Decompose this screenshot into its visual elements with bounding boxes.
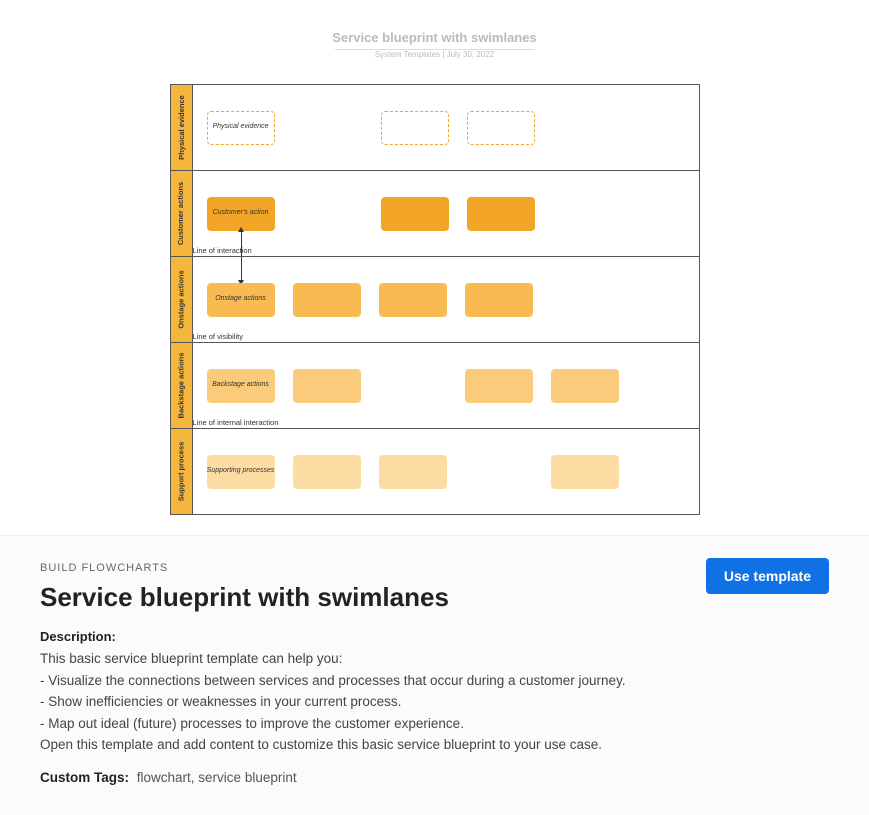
description-line: - Show inefficiencies or weaknesses in y…: [40, 691, 829, 713]
physical-evidence-box-empty: [467, 111, 535, 145]
lane-label-support-process: Support process: [171, 429, 193, 514]
lane-label-text: Onstage actions: [177, 270, 186, 328]
description-line: Open this template and add content to cu…: [40, 734, 829, 756]
box-text: Onstage actions: [215, 295, 266, 303]
support-process-box-empty: [293, 455, 361, 489]
spacer: [379, 369, 447, 403]
lane-label-customer-actions: Customer actions: [171, 171, 193, 256]
lane-physical-evidence: Physical evidence Physical evidence: [171, 85, 699, 170]
physical-evidence-box-empty: [381, 111, 449, 145]
box-text: Customer's action: [213, 209, 269, 217]
customer-action-box-empty: [381, 197, 449, 231]
description-line: This basic service blueprint template ca…: [40, 648, 829, 670]
onstage-action-box-empty: [379, 283, 447, 317]
lane-label-text: Customer actions: [177, 182, 186, 245]
support-process-box-empty: [379, 455, 447, 489]
physical-evidence-box: Physical evidence: [207, 111, 275, 145]
lane-backstage-actions: Backstage actions Backstage actions Line…: [171, 342, 699, 428]
preview-meta-source: System Templates: [375, 50, 440, 59]
box-text: Physical evidence: [212, 123, 268, 131]
description-line: - Visualize the connections between serv…: [40, 670, 829, 692]
lane-label-text: Backstage actions: [177, 353, 186, 419]
lane-support-process: Support process Supporting processes: [171, 428, 699, 514]
lane-label-physical-evidence: Physical evidence: [171, 85, 193, 170]
blueprint-diagram: Physical evidence Physical evidence Cust…: [170, 84, 700, 515]
description-text: This basic service blueprint template ca…: [40, 648, 829, 756]
support-process-box: Supporting processes: [207, 455, 275, 489]
onstage-action-box-empty: [465, 283, 533, 317]
lane-body: Supporting processes: [193, 429, 699, 514]
support-process-box-empty: [551, 455, 619, 489]
lane-body: Backstage actions Line of internal inter…: [193, 343, 699, 428]
lane-onstage-actions: Onstage actions Onstage actions Line of …: [171, 256, 699, 342]
preview-header: Service blueprint with swimlanes System …: [0, 30, 869, 59]
backstage-action-box-empty: [293, 369, 361, 403]
lane-body: Physical evidence: [193, 85, 699, 170]
backstage-action-box-empty: [551, 369, 619, 403]
box-text: Backstage actions: [212, 381, 269, 389]
backstage-action-box: Backstage actions: [207, 369, 275, 403]
preview-meta-date: July 30, 2022: [447, 50, 495, 59]
tags-value: flowchart, service blueprint: [137, 770, 297, 785]
description-label: Description:: [40, 629, 829, 644]
lane-customer-actions: Customer actions Customer's action Line …: [171, 170, 699, 256]
template-preview: Service blueprint with swimlanes System …: [0, 0, 869, 535]
tags-label: Custom Tags:: [40, 770, 129, 785]
lane-label-text: Support process: [177, 442, 186, 502]
preview-title: Service blueprint with swimlanes: [0, 30, 869, 45]
description-line: - Map out ideal (future) processes to im…: [40, 713, 829, 735]
onstage-action-box-empty: [293, 283, 361, 317]
lane-label-backstage-actions: Backstage actions: [171, 343, 193, 428]
customer-action-box: Customer's action: [207, 197, 275, 231]
template-info-panel: Use template BUILD FLOWCHARTS Service bl…: [0, 535, 869, 815]
tags-row: Custom Tags: flowchart, service blueprin…: [40, 770, 829, 785]
use-template-button[interactable]: Use template: [706, 558, 829, 594]
onstage-action-box: Onstage actions: [207, 283, 275, 317]
lane-label-onstage-actions: Onstage actions: [171, 257, 193, 342]
lane-body: Onstage actions Line of visibility: [193, 257, 699, 342]
preview-meta: System Templates | July 30, 2022: [0, 50, 869, 59]
spacer: [465, 455, 533, 489]
box-text: Supporting processes: [207, 467, 275, 475]
lane-label-text: Physical evidence: [177, 95, 186, 160]
backstage-action-box-empty: [465, 369, 533, 403]
lane-body: Customer's action Line of interaction: [193, 171, 699, 256]
customer-action-box-empty: [467, 197, 535, 231]
